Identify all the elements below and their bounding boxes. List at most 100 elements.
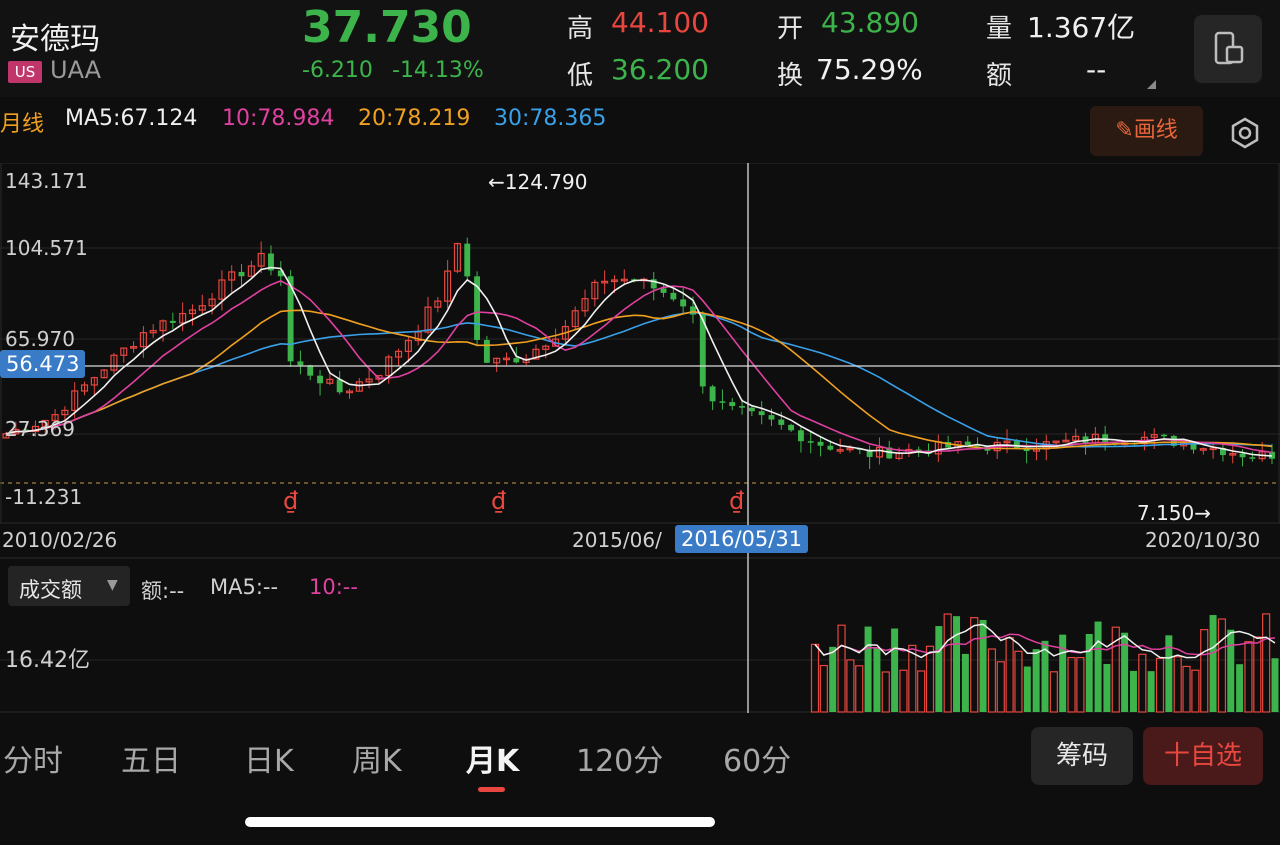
chips-button[interactable]: 筹码 — [1031, 727, 1133, 785]
candle-body — [483, 339, 490, 363]
candle-body — [307, 365, 314, 376]
crosshair-date-tag: 2016/05/31 — [675, 525, 809, 553]
candle-body — [709, 386, 716, 402]
indicator-selector[interactable]: 成交额 ▼ — [8, 566, 130, 606]
volume-bar — [810, 643, 820, 713]
ma-line — [5, 266, 1273, 457]
dividend-marker-2[interactable]: ₫ — [491, 487, 506, 515]
volume-bar — [996, 661, 1005, 713]
stat-value-turnover: 75.29% — [816, 53, 923, 86]
volume-bar — [1217, 618, 1227, 713]
volume-bar — [917, 670, 926, 713]
ma20-value: 20:78.219 — [358, 106, 471, 131]
volume-bar — [1032, 649, 1040, 712]
draw-line-label: 画线 — [1133, 118, 1178, 143]
price-change: -6.210 — [302, 58, 373, 83]
tab-time-sharing[interactable]: 分时 — [3, 736, 63, 780]
phone-rotate-icon — [1214, 31, 1244, 65]
ma30-value: 30:78.365 — [494, 106, 607, 131]
candle-body — [797, 430, 804, 442]
candle-body — [317, 375, 323, 384]
volume-bar — [1005, 637, 1014, 713]
candle-body — [297, 361, 304, 366]
dividend-marker-1[interactable]: ₫ — [283, 487, 298, 515]
volume-bar — [1173, 656, 1182, 713]
y-axis-label-5: -11.231 — [5, 485, 83, 509]
candle-body — [729, 402, 736, 407]
plus-icon: 十 — [1163, 741, 1190, 771]
volume-bar — [979, 619, 987, 712]
volume-bar — [1244, 641, 1253, 713]
volume-bar — [925, 645, 935, 713]
volume-bar — [1076, 656, 1085, 713]
candle-body — [778, 419, 785, 425]
dividend-marker-3[interactable]: ₫ — [729, 487, 744, 515]
candle-body — [768, 415, 775, 420]
volume-bar — [891, 628, 899, 712]
stat-label-low: 低 — [567, 61, 594, 91]
candle-body — [739, 406, 745, 408]
landscape-toggle-button[interactable] — [1194, 15, 1262, 83]
tab-daily-k[interactable]: 日K — [244, 736, 294, 780]
chart-settings-button[interactable] — [1225, 113, 1265, 153]
ma-indicator-row: 月线 MA5:67.124 10:78.984 20:78.219 30:78.… — [0, 98, 1280, 162]
tab-weekly-k[interactable]: 周K — [352, 736, 402, 780]
volume-bar — [1085, 633, 1093, 712]
volume-bar — [1023, 666, 1031, 712]
volume-y-axis-label: 16.42亿 — [5, 648, 90, 673]
stat-label-amount: 额 — [986, 61, 1013, 91]
volume-bar — [1209, 615, 1217, 712]
volume-bar — [1191, 669, 1200, 713]
volume-bar — [1049, 671, 1058, 713]
volume-bar — [970, 617, 979, 713]
quote-header: 安德玛 US UAA 37.730 -6.210 -14.13% 高 44.10… — [0, 0, 1280, 97]
tab-60-min[interactable]: 60分 — [723, 736, 791, 780]
volume-bar — [953, 616, 961, 712]
candle-body — [690, 306, 696, 315]
stat-label-turnover: 换 — [777, 61, 804, 91]
price-change-pct: -14.13% — [392, 58, 484, 83]
stat-label-high: 高 — [567, 14, 594, 44]
volume-bar — [846, 659, 855, 713]
moving-average-lines — [5, 266, 1273, 457]
volume-bar — [1155, 657, 1165, 713]
candle-body — [680, 299, 687, 307]
volume-bars — [810, 613, 1279, 713]
active-tab-indicator — [478, 787, 505, 792]
candle-body — [1013, 441, 1020, 449]
candle-body — [807, 441, 814, 443]
volume-bar — [943, 613, 952, 713]
volume-ma5-label: MA5:-- — [210, 575, 279, 599]
kline-chart[interactable]: 143.171 104.571 65.970 27.369 -11.231 56… — [0, 163, 1280, 713]
stat-value-amount: -- — [1086, 53, 1107, 86]
kline-chart-canvas[interactable] — [0, 163, 1280, 713]
tab-monthly-k[interactable]: 月K — [466, 736, 519, 780]
volume-bar — [1227, 629, 1235, 712]
candle-body — [238, 271, 245, 277]
draw-line-button[interactable]: ✎画线 — [1090, 106, 1203, 156]
candle-body — [660, 288, 667, 293]
y-axis-label-2: 104.571 — [5, 236, 88, 260]
y-axis-label-1: 143.171 — [5, 169, 88, 193]
stat-label-volume: 量 — [986, 14, 1013, 44]
volume-bar — [899, 669, 908, 713]
chevron-down-icon: ▼ — [107, 577, 118, 593]
volume-bar — [1200, 629, 1209, 713]
market-badge: US — [8, 61, 42, 83]
candle-body — [719, 401, 726, 403]
tab-five-day[interactable]: 五日 — [121, 736, 181, 780]
add-watchlist-button[interactable]: 十自选 — [1143, 727, 1263, 785]
indicator-selector-label: 成交额 — [19, 578, 82, 602]
tab-120-min[interactable]: 120分 — [576, 736, 663, 780]
stat-label-open: 开 — [777, 14, 804, 44]
volume-bar — [855, 665, 864, 713]
ma10-value: 10:78.984 — [222, 106, 335, 131]
candle-body — [1249, 457, 1256, 459]
stat-value-open: 43.890 — [821, 6, 919, 39]
candle-body — [1239, 453, 1246, 458]
x-axis-mid-date: 2015/06/ — [572, 528, 662, 552]
volume-bar — [873, 648, 881, 712]
volume-bar — [864, 626, 872, 712]
y-axis-label-4: 27.369 — [5, 417, 75, 441]
expand-corner-icon[interactable] — [1147, 80, 1156, 89]
